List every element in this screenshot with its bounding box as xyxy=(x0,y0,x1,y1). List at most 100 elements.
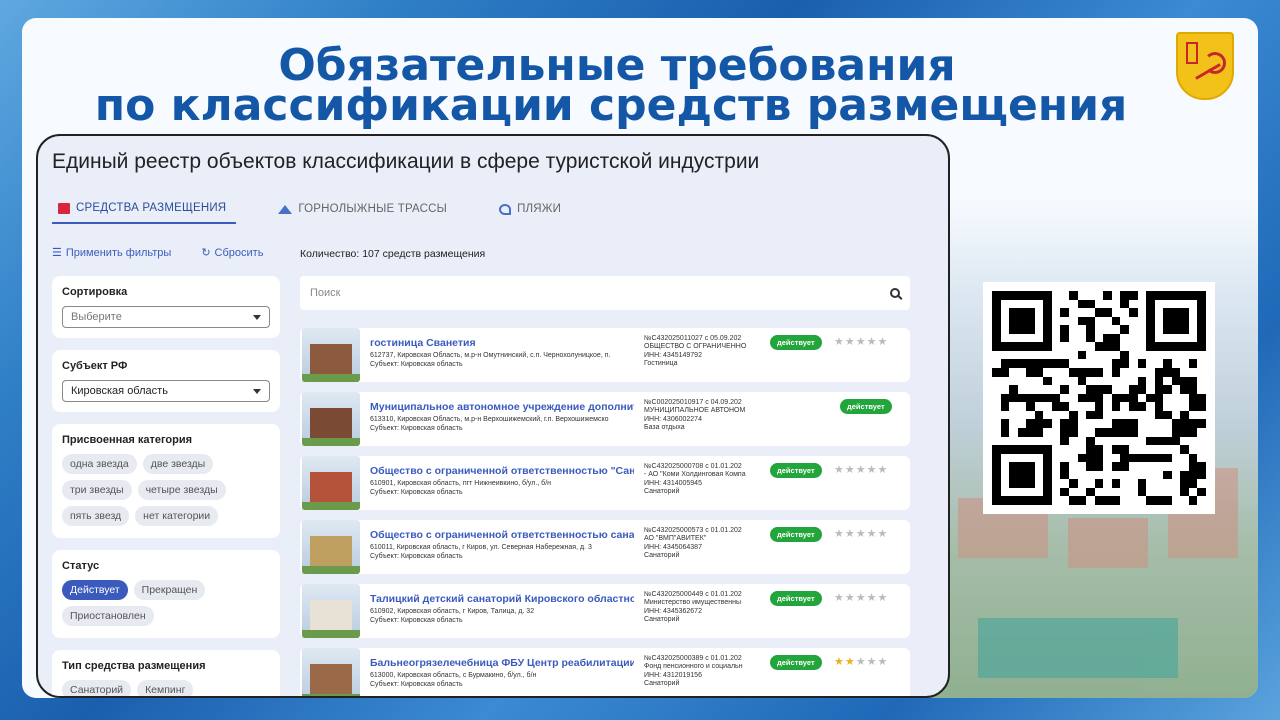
registry-title: Единый реестр объектов классификации в с… xyxy=(52,150,760,173)
facility-photo xyxy=(302,584,360,638)
facility-name-link[interactable]: гостиница Сванетия xyxy=(370,337,634,349)
result-card[interactable]: Общество с ограниченной ответственностью… xyxy=(300,520,910,574)
status-label: Статус xyxy=(62,560,100,572)
chip-type-camping[interactable]: Кемпинг xyxy=(137,680,194,696)
subject-select[interactable]: Кировская область xyxy=(62,380,270,402)
kirov-emblem-icon xyxy=(1176,32,1234,100)
sort-value: Выберите xyxy=(71,311,122,323)
search-placeholder: Поиск xyxy=(310,287,341,299)
facility-address: 610011, Кировская область, г Киров, ул. … xyxy=(370,544,592,560)
status-badge: действует xyxy=(770,527,822,542)
chip-one-star[interactable]: одна звезда xyxy=(62,454,137,474)
star-icon: ★ xyxy=(844,336,856,348)
apply-filters-label: Применить фильтры xyxy=(65,247,172,259)
star-icon: ★ xyxy=(834,528,845,540)
star-icon: ★ xyxy=(877,528,889,540)
registry-info: №С432025000389 с 01.01.202 Фонд пенсионно… xyxy=(644,655,743,687)
star-icon: ★ xyxy=(834,592,845,604)
search-icon[interactable] xyxy=(890,288,900,298)
star-icon: ★ xyxy=(877,592,889,604)
star-rating: ★★★★★ xyxy=(834,655,888,668)
star-icon: ★ xyxy=(855,464,867,476)
registry-info: №С432025000708 с 01.01.202- АО "Коми Хол… xyxy=(644,463,746,495)
star-icon: ★ xyxy=(866,528,878,540)
tab-label: ГОРНОЛЫЖНЫЕ ТРАССЫ xyxy=(298,203,448,215)
facility-address: 613000, Кировская область, с Бурмакино, … xyxy=(370,672,537,688)
chip-status-terminated[interactable]: Прекращен xyxy=(133,580,206,600)
star-icon: ★ xyxy=(855,592,867,604)
facility-photo xyxy=(302,328,360,382)
type-filter: Тип средства размещения Санаторий Кемпин… xyxy=(52,650,280,696)
apply-filters-button[interactable]: ☰ Применить фильтры xyxy=(52,246,171,259)
star-icon: ★ xyxy=(866,656,878,668)
star-icon: ★ xyxy=(834,336,845,348)
facility-address: 613310, Кировская Область, м.р-н Верхоши… xyxy=(370,416,609,432)
tab-ski-slopes[interactable]: ГОРНОЛЫЖНЫЕ ТРАССЫ xyxy=(272,198,457,224)
search-input[interactable]: Поиск xyxy=(300,276,910,310)
star-rating: ★★★★★ xyxy=(834,463,888,476)
sort-label: Сортировка xyxy=(62,286,128,298)
star-icon: ★ xyxy=(855,656,867,668)
chip-two-stars[interactable]: две звезды xyxy=(142,454,214,474)
sort-select[interactable]: Выберите xyxy=(62,306,270,328)
facility-photo xyxy=(302,648,360,696)
star-icon: ★ xyxy=(844,464,856,476)
star-rating: ★★★★★ xyxy=(834,527,888,540)
star-rating: ★★★★★ xyxy=(834,335,888,348)
facility-address: 610901, Кировская область, пгт Нижнеивки… xyxy=(370,480,552,496)
chip-five-stars[interactable]: пять звезд xyxy=(62,506,130,526)
tabs: СРЕДСТВА РАЗМЕЩЕНИЯ ГОРНОЛЫЖНЫЕ ТРАССЫ П… xyxy=(52,198,607,224)
facility-address: 610902, Кировская область, г Киров, Тали… xyxy=(370,608,535,624)
status-badge: действует xyxy=(770,655,822,670)
tab-beaches[interactable]: ПЛЯЖИ xyxy=(493,198,571,224)
status-badge: действует xyxy=(770,591,822,606)
registry-info: №С432025000573 с 01.01.202 АО "ВМП"АВИТЕК… xyxy=(644,527,742,559)
filter-actions: ☰ Применить фильтры ↻ Сбросить xyxy=(52,246,263,259)
registry-info: №С432025000449 с 01.01.202 Министерство и… xyxy=(644,591,742,623)
chevron-down-icon xyxy=(253,314,261,320)
tab-label: СРЕДСТВА РАЗМЕЩЕНИЯ xyxy=(76,202,227,214)
facility-name-link[interactable]: Общество с ограниченной ответственностью… xyxy=(370,529,634,541)
status-badge: действует xyxy=(770,463,822,478)
result-card[interactable]: гостиница Сванетия 612737, Кировская Обла… xyxy=(300,328,910,382)
beach-icon xyxy=(499,203,512,215)
star-icon: ★ xyxy=(866,464,878,476)
result-card[interactable]: Общество с ограниченной ответственностью… xyxy=(300,456,910,510)
result-card[interactable]: Муниципальное автономное учреждение допо… xyxy=(300,392,910,446)
facility-name-link[interactable]: Муниципальное автономное учреждение допо… xyxy=(370,401,634,413)
results-count: Количество: 107 средств размещения xyxy=(300,248,486,260)
star-icon: ★ xyxy=(855,528,867,540)
facility-name-link[interactable]: Бальнеогрязелечебница ФБУ Центр реабилит… xyxy=(370,657,634,669)
chip-four-stars[interactable]: четыре звезды xyxy=(137,480,226,500)
facility-name-link[interactable]: Талицкий детский санаторий Кировского об… xyxy=(370,593,634,605)
chip-no-category[interactable]: нет категории xyxy=(135,506,219,526)
facility-name-link[interactable]: Общество с ограниченной ответственностью… xyxy=(370,465,634,477)
chevron-down-icon xyxy=(253,388,261,394)
result-card[interactable]: Бальнеогрязелечебница ФБУ Центр реабилит… xyxy=(300,648,910,696)
star-icon: ★ xyxy=(877,336,889,348)
sort-filter: Сортировка Выберите xyxy=(52,276,280,338)
hotel-icon xyxy=(58,202,70,214)
tab-label: ПЛЯЖИ xyxy=(517,203,562,215)
star-icon: ★ xyxy=(844,592,856,604)
star-icon: ★ xyxy=(834,656,845,668)
category-label: Присвоенная категория xyxy=(62,434,193,446)
star-icon: ★ xyxy=(844,528,856,540)
sliders-icon: ☰ xyxy=(52,247,62,259)
facility-photo xyxy=(302,520,360,574)
status-badge: действует xyxy=(840,399,892,414)
subject-value: Кировская область xyxy=(71,385,168,397)
result-card[interactable]: Талицкий детский санаторий Кировского об… xyxy=(300,584,910,638)
star-icon: ★ xyxy=(844,656,856,668)
star-icon: ★ xyxy=(866,336,878,348)
reset-icon: ↻ xyxy=(201,247,211,259)
chip-status-suspended[interactable]: Приостановлен xyxy=(62,606,154,626)
reset-button[interactable]: ↻ Сбросить xyxy=(201,246,263,259)
chip-type-sanatorium[interactable]: Санаторий xyxy=(62,680,132,696)
chip-status-active[interactable]: Действует xyxy=(62,580,128,600)
type-label: Тип средства размещения xyxy=(62,660,206,672)
tab-accommodation[interactable]: СРЕДСТВА РАЗМЕЩЕНИЯ xyxy=(52,198,237,224)
chip-three-stars[interactable]: три звезды xyxy=(62,480,132,500)
status-badge: действует xyxy=(770,335,822,350)
subject-label: Субъект РФ xyxy=(62,360,128,372)
